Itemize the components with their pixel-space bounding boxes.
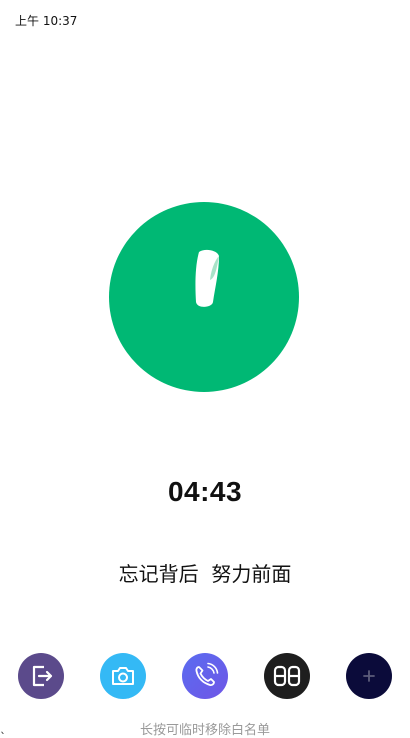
phone-button[interactable] <box>182 653 228 699</box>
exit-icon <box>32 665 53 687</box>
exit-button[interactable] <box>18 653 64 699</box>
timer-display: 04:43 <box>167 476 243 507</box>
digital-clock-button[interactable] <box>264 653 310 699</box>
add-button[interactable] <box>346 653 392 699</box>
hint-text: 长按可临时移除白名单 <box>139 723 270 738</box>
phone-call-icon <box>195 662 219 686</box>
status-bar: 上午 10:37 <box>0 0 410 40</box>
leaf-sprout-icon <box>195 249 219 307</box>
camera-button[interactable] <box>100 653 146 699</box>
add-icon <box>363 670 375 682</box>
digital-clock-icon <box>273 665 301 687</box>
focus-circle[interactable] <box>109 202 299 392</box>
status-time: 上午 10:37 <box>15 14 78 28</box>
camera-icon <box>112 667 134 685</box>
motto-text: 忘记背后 努力前面 <box>118 562 292 586</box>
